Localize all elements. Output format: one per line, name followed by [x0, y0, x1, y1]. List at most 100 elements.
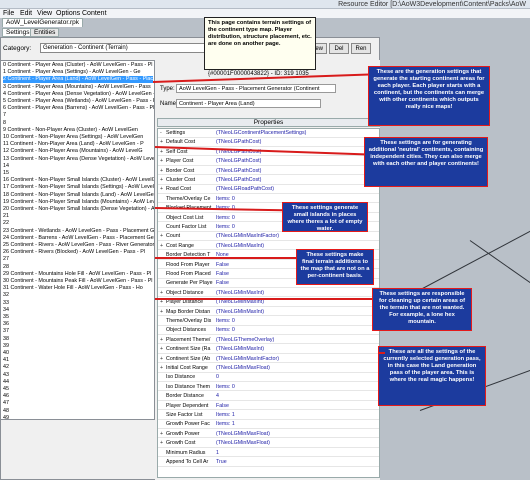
property-row[interactable]: Minimum Radius 1: [158, 450, 379, 458]
list-item[interactable]: 23 Continent - Wetlands - AoW LevelGen -…: [3, 228, 154, 235]
name-field[interactable]: Continent - Player Area (Land): [176, 99, 321, 108]
property-row[interactable]: Growth Power Fac Items: 1: [158, 421, 379, 429]
delete-button[interactable]: Del: [329, 43, 349, 54]
property-value[interactable]: False: [216, 271, 229, 278]
property-grid[interactable]: - Settings (TNeoLGContinentPlacementSettin…: [157, 128, 380, 478]
expand-icon[interactable]: +: [160, 346, 163, 353]
list-item[interactable]: 41: [3, 357, 9, 364]
property-row[interactable]: + Growth Power (TNeoLGMinMaxFloat): [158, 431, 379, 439]
expand-icon[interactable]: +: [160, 186, 163, 193]
expand-icon[interactable]: +: [160, 243, 163, 250]
type-field[interactable]: AoW LevelGen - Pass - Placement Generato…: [176, 84, 336, 93]
list-item[interactable]: 34: [3, 307, 9, 314]
list-item[interactable]: 15: [3, 170, 9, 177]
list-item[interactable]: 27: [3, 256, 9, 263]
list-item[interactable]: 22: [3, 220, 9, 227]
list-item[interactable]: 46: [3, 393, 9, 400]
list-item[interactable]: 30 Continent - Mountains Peak Fill - AoW…: [3, 278, 153, 285]
property-value[interactable]: (TNeoLGPathCost): [216, 139, 261, 146]
property-value[interactable]: (TNeoLGMinMaxFloat): [216, 431, 270, 438]
property-value[interactable]: (TNeoLGMinMaxInt): [216, 346, 264, 353]
property-value[interactable]: Items: 0: [216, 215, 235, 222]
property-value[interactable]: Items: 0: [216, 327, 235, 334]
property-value[interactable]: (TNeoLGMinMaxInt): [216, 309, 264, 316]
property-row[interactable]: Iso Distance Them Items: 0: [158, 384, 379, 392]
property-value[interactable]: (TNeoLGMinMaxInt): [216, 243, 264, 250]
expand-icon[interactable]: +: [160, 299, 163, 306]
list-item[interactable]: 49: [3, 415, 9, 419]
list-item[interactable]: 13 Continent - Non-Player Area (Dense Ve…: [3, 156, 154, 163]
list-item[interactable]: 12 Continent - Non-Player Area (Mountain…: [3, 148, 143, 155]
expand-icon[interactable]: +: [160, 233, 163, 240]
list-item[interactable]: 16 Continent - Non-Player Small Islands …: [3, 177, 154, 184]
tab-settings[interactable]: Settings: [2, 28, 34, 37]
property-value[interactable]: (TNeoLGContinentPlacementSettings): [216, 130, 306, 137]
property-row[interactable]: Player Dependent False: [158, 403, 379, 411]
list-item[interactable]: 6 Continent - Player Area (Barrens) - Ao…: [3, 105, 154, 112]
property-row[interactable]: + Map Border Distan (TNeoLGMinMaxInt): [158, 309, 379, 317]
property-value[interactable]: 4: [216, 393, 219, 400]
list-item[interactable]: 3 Continent - Player Area (Mountains) - …: [3, 84, 151, 91]
list-item[interactable]: 1 Continent - Player Area (Settings) - A…: [3, 69, 141, 76]
menu-file[interactable]: File: [3, 10, 14, 17]
expand-icon[interactable]: +: [160, 149, 163, 156]
property-row[interactable]: + Default Cost (TNeoLGPathCost): [158, 139, 379, 147]
menu-view[interactable]: View: [37, 10, 52, 17]
expand-icon[interactable]: +: [160, 168, 163, 175]
menu-options[interactable]: Options: [56, 10, 80, 17]
list-item[interactable]: 9 Continent - Non-Player Area (Cluster) …: [3, 127, 138, 134]
property-value[interactable]: 1: [216, 450, 219, 457]
list-item[interactable]: 44: [3, 379, 9, 386]
rename-button[interactable]: Ren: [351, 43, 371, 54]
property-value[interactable]: (TNeoLGPathCost): [216, 158, 261, 165]
list-item[interactable]: 8: [3, 120, 6, 127]
list-item[interactable]: 5 Continent - Player Area (Wetlands) - A…: [3, 98, 154, 105]
expand-icon[interactable]: +: [160, 177, 163, 184]
list-item[interactable]: 31 Continent - Water Hole Fill - AoW Lev…: [3, 285, 143, 292]
list-item[interactable]: 20 Continent - Non-Player Small Islands …: [3, 206, 154, 213]
property-row[interactable]: + Initial Cost Range (TNeoLGMinMaxFloat): [158, 365, 379, 373]
property-row[interactable]: + Object Distance (TNeoLGMinMaxInt): [158, 290, 379, 298]
property-value[interactable]: (TNeoLGMinMaxFloat): [216, 440, 270, 447]
pass-list[interactable]: 0 Continent - Player Area (Cluster) - Ao…: [0, 60, 155, 420]
property-value[interactable]: Items: 1: [216, 421, 235, 428]
property-row[interactable]: Iso Distance 0: [158, 374, 379, 382]
expand-icon[interactable]: +: [160, 440, 163, 447]
list-item[interactable]: 43: [3, 372, 9, 379]
property-value[interactable]: True: [216, 459, 227, 466]
property-value[interactable]: Items: 0: [216, 318, 235, 325]
property-value[interactable]: Items: 0: [216, 196, 235, 203]
list-item[interactable]: 10 Continent - Non-Player Area (Settings…: [3, 134, 143, 141]
property-row[interactable]: Append To Cell Ar True: [158, 459, 379, 467]
list-item[interactable]: 21: [3, 213, 9, 220]
property-row[interactable]: - Settings (TNeoLGContinentPlacementSettin…: [158, 130, 379, 138]
property-row[interactable]: + Placement Theme/ (TNeoLGThemeOverlay): [158, 337, 379, 345]
menu-content[interactable]: Content: [82, 10, 107, 17]
property-row[interactable]: Border Distance 4: [158, 393, 379, 401]
list-item[interactable]: 0 Continent - Player Area (Cluster) - Ao…: [3, 62, 153, 69]
property-value[interactable]: Items: 0: [216, 224, 235, 231]
property-value[interactable]: (TNeoLGRoadPathCost): [216, 186, 274, 193]
menu-edit[interactable]: Edit: [20, 10, 32, 17]
expand-icon[interactable]: +: [160, 365, 163, 372]
property-row[interactable]: + Continent Size (Ra (TNeoLGMinMaxInt): [158, 346, 379, 354]
property-value[interactable]: (TNeoLGMinMaxInt): [216, 299, 264, 306]
property-value[interactable]: (TNeoLGMinMaxInt): [216, 290, 264, 297]
property-row[interactable]: Theme/Overlay Dis Items: 0: [158, 318, 379, 326]
property-row[interactable]: + Cluster Cost (TNeoLGPathCost): [158, 177, 379, 185]
list-item[interactable]: 28: [3, 264, 9, 271]
list-item[interactable]: 32: [3, 292, 9, 299]
expand-icon[interactable]: +: [160, 431, 163, 438]
property-value[interactable]: (TNeoLGMinMaxFloat): [216, 365, 270, 372]
list-item[interactable]: 35: [3, 314, 9, 321]
list-item[interactable]: 4 Continent - Player Area (Dense Vegetat…: [3, 91, 154, 98]
property-value[interactable]: (TNeoLGMinMaxIntFactor): [216, 233, 279, 240]
property-row[interactable]: Object Distances Items: 0: [158, 327, 379, 335]
list-item[interactable]: 36: [3, 321, 9, 328]
list-item[interactable]: 7: [3, 112, 6, 119]
list-item[interactable]: 29 Continent - Mountains Hole Fill - AoW…: [3, 271, 151, 278]
expand-icon[interactable]: +: [160, 337, 163, 344]
list-item[interactable]: 45: [3, 386, 9, 393]
property-row[interactable]: + Continent Size (Ab (TNeoLGMinMaxIntFacto…: [158, 356, 379, 364]
property-value[interactable]: False: [216, 403, 229, 410]
